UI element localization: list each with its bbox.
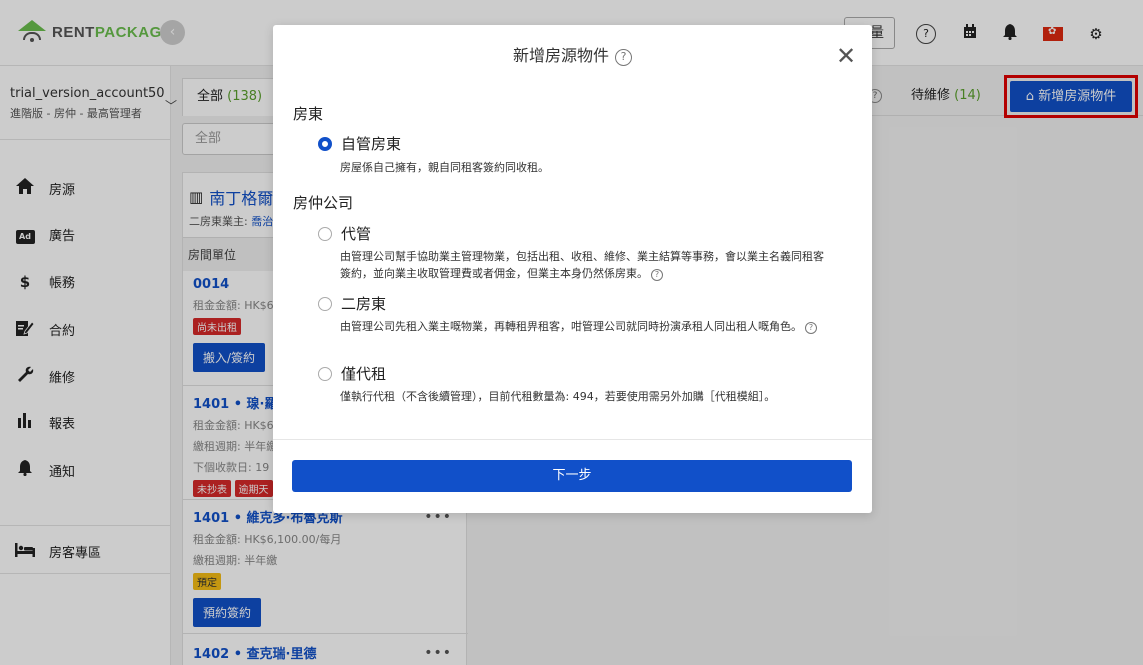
- option-description-text: 由管理公司先租入業主嘅物業，再轉租畀租客，咁管理公司就同時扮演承租人同出租人嘅角…: [340, 320, 802, 333]
- help-icon[interactable]: ?: [615, 49, 632, 66]
- help-icon[interactable]: ?: [651, 269, 663, 281]
- option-managed[interactable]: 代管: [318, 223, 371, 244]
- modal-title-text: 新增房源物件: [512, 46, 609, 65]
- option-description: 僅執行代租（不含後續管理），目前代租數量為: 494，若要使用需另外加購［代租模…: [340, 390, 776, 403]
- modal-divider: [273, 439, 872, 440]
- option-description: 由管理公司先租入業主嘅物業，再轉租畀租客，咁管理公司就同時扮演承租人同出租人嘅角…: [340, 318, 825, 335]
- radio-icon[interactable]: [318, 366, 332, 381]
- option-leasing-only[interactable]: 僅代租: [318, 363, 386, 384]
- option-label: 僅代租: [341, 365, 387, 383]
- option-sublandlord[interactable]: 二房東: [318, 293, 386, 314]
- section-agency: 房仲公司: [293, 194, 354, 212]
- option-description: 房屋係自己擁有，親自同租客簽約同收租。: [340, 161, 549, 174]
- option-description-text: 由管理公司幫手協助業主管理物業，包括出租、收租、維修、業主結算等事務，會以業主名…: [340, 250, 824, 280]
- help-icon[interactable]: ?: [805, 322, 817, 334]
- radio-icon[interactable]: [318, 296, 332, 311]
- modal-title: 新增房源物件?: [273, 42, 872, 66]
- option-description: 由管理公司幫手協助業主管理物業，包括出租、收租、維修、業主結算等事務，會以業主名…: [340, 248, 825, 282]
- next-button[interactable]: 下一步: [292, 460, 852, 492]
- radio-selected-icon[interactable]: [318, 136, 332, 151]
- radio-icon[interactable]: [318, 226, 332, 241]
- section-landlord: 房東: [293, 105, 324, 123]
- close-icon[interactable]: ✕: [836, 44, 856, 68]
- add-property-modal: 新增房源物件? ✕ 房東 自管房東 房屋係自己擁有，親自同租客簽約同收租。 房仲…: [273, 25, 872, 513]
- option-label: 自管房東: [341, 135, 402, 153]
- option-label: 代管: [341, 225, 372, 243]
- option-self-managed[interactable]: 自管房東: [318, 133, 401, 154]
- option-label: 二房東: [341, 295, 387, 313]
